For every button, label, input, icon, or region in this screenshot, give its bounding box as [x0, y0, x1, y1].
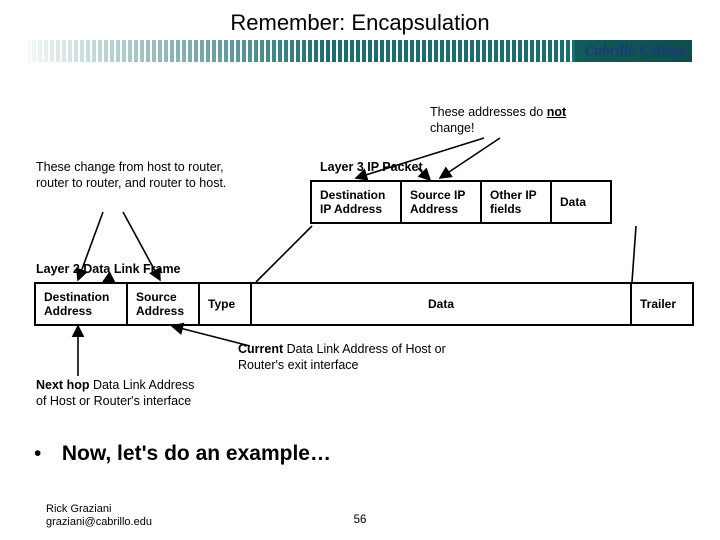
note-no-change-pre: These addresses do: [430, 105, 547, 119]
slide-title: Remember: Encapsulation: [0, 0, 720, 40]
footer: Rick Graziani graziani@cabrillo.edu: [46, 503, 152, 531]
note-no-change: These addresses do not change!: [430, 105, 590, 136]
header-stripes: [28, 40, 575, 62]
l2-data: Data: [251, 283, 631, 325]
footer-name: Rick Graziani: [46, 503, 152, 517]
note-current: Current Data Link Address of Host or Rou…: [238, 342, 473, 373]
note-next-hop-bold: Next hop: [36, 378, 89, 392]
line-encap-left: [256, 226, 312, 282]
l3-label: Layer 3 IP Packet: [320, 160, 423, 176]
l2-src: Source Address: [127, 283, 199, 325]
l3-src-ip: Source IP Address: [401, 181, 481, 223]
l2-dest: Destination Address: [35, 283, 127, 325]
note-no-change-post: change!: [430, 121, 474, 135]
l3-other: Other IP fields: [481, 181, 551, 223]
college-name: Cabrillo College: [575, 43, 692, 60]
arrow-nochange-to-srcip: [440, 138, 500, 178]
page-number: 56: [354, 514, 367, 526]
line-encap-right: [632, 226, 636, 282]
note-no-change-bold: not: [547, 105, 566, 119]
bullet-dot-icon: •: [34, 442, 56, 466]
l2-trailer: Trailer: [631, 283, 693, 325]
note-next-hop: Next hop Data Link Address of Host or Ro…: [36, 378, 206, 409]
bullet: • Now, let's do an example…: [34, 442, 331, 466]
note-current-bold: Current: [238, 342, 283, 356]
note-change: These change from host to router, router…: [36, 160, 231, 191]
l2-label: Layer 2 Data Link Frame: [36, 262, 181, 278]
l2-frame-table: Destination Address Source Address Type …: [34, 282, 694, 326]
footer-email: graziani@cabrillo.edu: [46, 516, 152, 530]
l2-type: Type: [199, 283, 251, 325]
bullet-text: Now, let's do an example…: [62, 442, 331, 465]
header-bar: Cabrillo College: [28, 40, 692, 62]
l3-dest-ip: Destination IP Address: [311, 181, 401, 223]
l3-packet-table: Destination IP Address Source IP Address…: [310, 180, 612, 224]
l3-data: Data: [551, 181, 611, 223]
